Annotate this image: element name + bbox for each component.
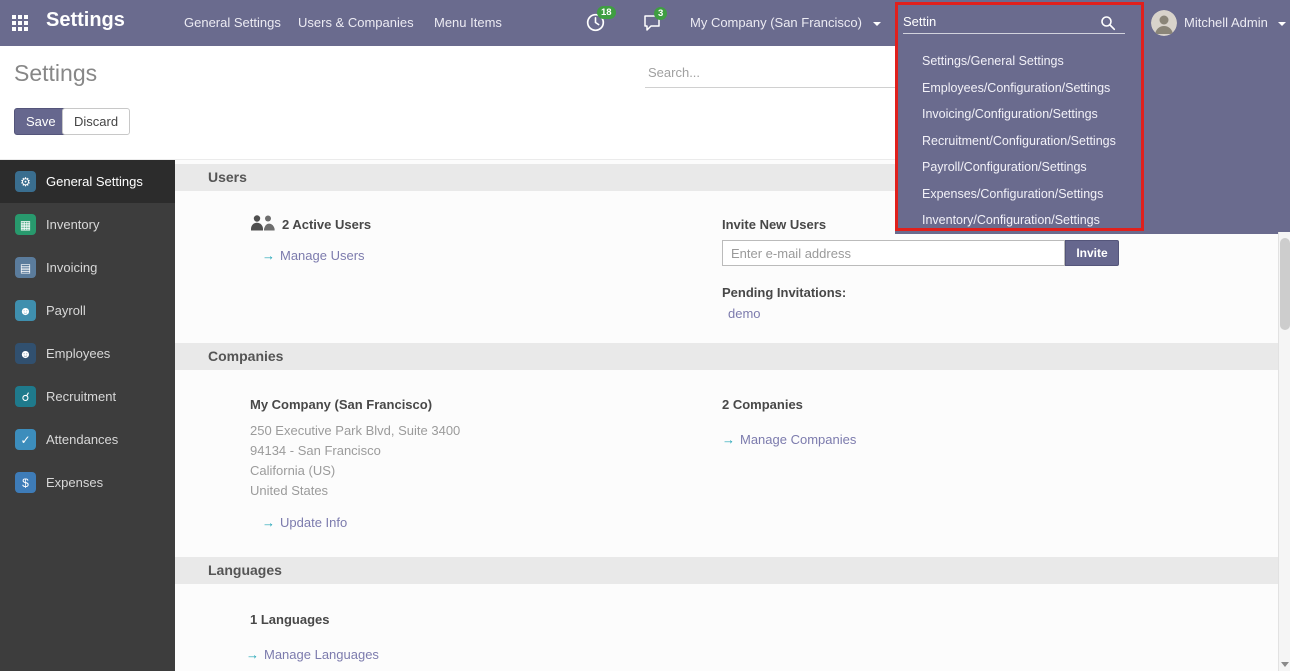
menu-users-companies[interactable]: Users & Companies <box>298 0 414 46</box>
apps-menu-icon[interactable] <box>12 15 28 31</box>
arrow-right-icon: → <box>262 515 275 530</box>
discard-button[interactable]: Discard <box>62 108 130 135</box>
sidebar-item-invoicing[interactable]: ▤ Invoicing <box>0 246 175 289</box>
company-address-line: 94134 - San Francisco <box>250 443 381 458</box>
sidebar-item-label: Recruitment <box>46 389 116 404</box>
top-navbar: Settings General Settings Users & Compan… <box>0 0 1290 46</box>
employees-icon: ☻ <box>15 343 36 364</box>
attendances-icon: ✓ <box>15 429 36 450</box>
app-title[interactable]: Settings <box>46 9 125 32</box>
navbar-search-dropdown: Settings/General Settings Employees/Conf… <box>895 46 1290 234</box>
arrow-right-icon: → <box>246 647 259 662</box>
payroll-icon: ☻ <box>15 300 36 321</box>
sidebar-item-recruitment[interactable]: ☌ Recruitment <box>0 375 175 418</box>
view-search-field <box>645 58 903 88</box>
company-switcher-label: My Company (San Francisco) <box>690 15 862 30</box>
view-search-input[interactable] <box>645 58 903 87</box>
user-menu[interactable]: Mitchell Admin <box>1184 0 1286 46</box>
sidebar-item-general-settings[interactable]: ⚙ General Settings <box>0 160 175 203</box>
recruitment-icon: ☌ <box>15 386 36 407</box>
save-button[interactable]: Save <box>14 108 68 135</box>
expenses-icon: $ <box>15 472 36 493</box>
languages-count: 1 Languages <box>250 612 329 627</box>
sidebar-item-label: Attendances <box>46 432 118 447</box>
scrollbar-thumb[interactable] <box>1280 238 1290 330</box>
search-result[interactable]: Recruitment/Configuration/Settings <box>895 128 1290 155</box>
active-users-count: 2 Active Users <box>282 217 371 232</box>
navbar-search-input[interactable] <box>903 8 1093 34</box>
companies-count: 2 Companies <box>722 397 803 412</box>
search-result[interactable]: Invoicing/Configuration/Settings <box>895 101 1290 128</box>
search-result[interactable]: Expenses/Configuration/Settings <box>895 181 1290 208</box>
pending-invitation-demo-link[interactable]: demo <box>728 306 761 321</box>
manage-languages-link[interactable]: → Manage Languages <box>246 647 379 662</box>
sidebar-item-attendances[interactable]: ✓ Attendances <box>0 418 175 461</box>
manage-users-link[interactable]: → Manage Users <box>262 248 365 263</box>
sidebar-item-employees[interactable]: ☻ Employees <box>0 332 175 375</box>
messages-icon[interactable]: 3 <box>643 14 661 36</box>
search-result[interactable]: Settings/General Settings <box>895 48 1290 75</box>
activities-badge: 18 <box>597 6 616 19</box>
pending-invitations-label: Pending Invitations: <box>722 285 846 300</box>
gear-icon: ⚙ <box>15 171 36 192</box>
invite-button[interactable]: Invite <box>1065 240 1119 266</box>
chevron-down-icon <box>1278 22 1286 26</box>
invoicing-icon: ▤ <box>15 257 36 278</box>
users-group-icon <box>250 214 276 236</box>
sidebar-item-expenses[interactable]: $ Expenses <box>0 461 175 504</box>
section-header-companies: Companies <box>175 343 1278 370</box>
company-address-line: 250 Executive Park Blvd, Suite 3400 <box>250 423 460 438</box>
company-switcher[interactable]: My Company (San Francisco) <box>690 0 881 46</box>
sidebar-item-label: Expenses <box>46 475 103 490</box>
sidebar-item-label: Payroll <box>46 303 86 318</box>
menu-menu-items[interactable]: Menu Items <box>434 0 502 46</box>
chevron-down-icon <box>873 22 881 26</box>
search-result[interactable]: Payroll/Configuration/Settings <box>895 154 1290 181</box>
update-info-link[interactable]: → Update Info <box>262 515 347 530</box>
sidebar-item-payroll[interactable]: ☻ Payroll <box>0 289 175 332</box>
avatar[interactable] <box>1151 10 1177 36</box>
messages-badge: 3 <box>654 7 667 20</box>
scrollbar-down-arrow[interactable] <box>1279 657 1290 671</box>
inventory-icon: ▦ <box>15 214 36 235</box>
invite-new-users-label: Invite New Users <box>722 217 826 232</box>
odoo-settings-screen: Settings General Settings Users & Compan… <box>0 0 1290 671</box>
settings-sidebar: ⚙ General Settings ▦ Inventory ▤ Invoici… <box>0 160 175 671</box>
arrow-right-icon: → <box>262 248 275 263</box>
activities-icon[interactable]: 18 <box>586 13 605 37</box>
search-icon[interactable] <box>1100 15 1116 36</box>
search-result[interactable]: Employees/Configuration/Settings <box>895 75 1290 102</box>
company-address-line: United States <box>250 483 328 498</box>
search-result[interactable]: Inventory/Configuration/Settings <box>895 207 1290 234</box>
company-address-line: California (US) <box>250 463 335 478</box>
settings-content: Users 2 Active Users → Manage Users Invi… <box>175 160 1278 671</box>
sidebar-item-label: Employees <box>46 346 110 361</box>
invite-email-input[interactable] <box>722 240 1065 266</box>
menu-general-settings[interactable]: General Settings <box>184 0 281 46</box>
sidebar-item-label: Invoicing <box>46 260 97 275</box>
arrow-right-icon: → <box>722 432 735 447</box>
user-name: Mitchell Admin <box>1184 15 1268 30</box>
section-header-languages: Languages <box>175 557 1278 584</box>
navbar-search-underline <box>903 33 1125 34</box>
sidebar-item-label: Inventory <box>46 217 99 232</box>
invite-row: Invite <box>722 240 1119 266</box>
company-name: My Company (San Francisco) <box>250 397 432 412</box>
manage-companies-link[interactable]: → Manage Companies <box>722 432 856 447</box>
vertical-scrollbar[interactable] <box>1278 232 1290 671</box>
page-title: Settings <box>14 60 97 87</box>
sidebar-item-label: General Settings <box>46 174 143 189</box>
sidebar-item-inventory[interactable]: ▦ Inventory <box>0 203 175 246</box>
